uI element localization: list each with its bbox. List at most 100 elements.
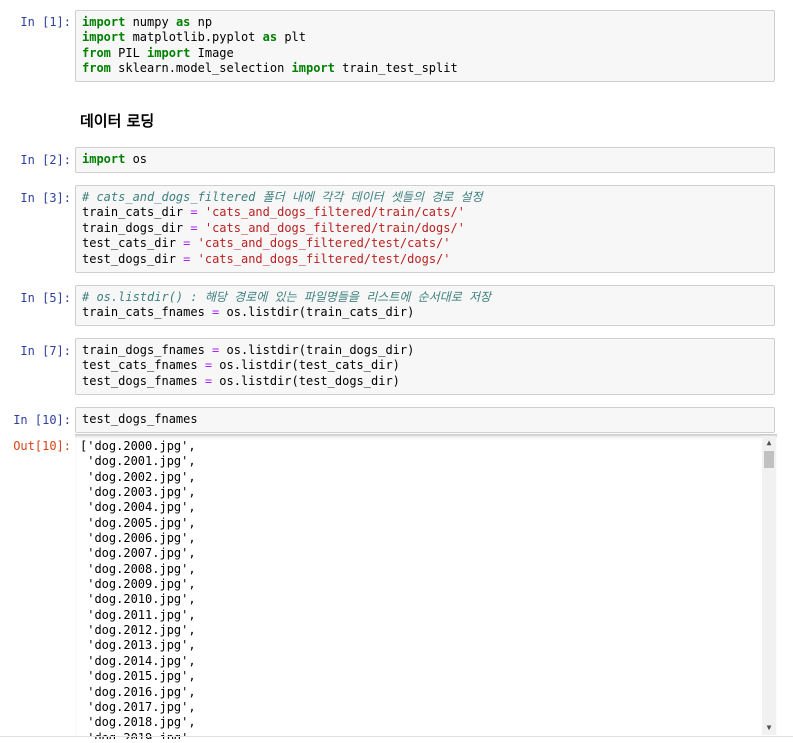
code-token: =: [204, 358, 213, 373]
arrow-up-icon[interactable]: ▲: [762, 436, 776, 450]
code-token: from: [82, 61, 111, 76]
input-prompt: In [7]:: [20, 344, 71, 358]
code-token: as: [175, 15, 191, 29]
output-prompt: Out[10]:: [13, 439, 71, 453]
code-token: test_dogs_fnames: [82, 373, 205, 388]
code-token: as: [262, 30, 278, 45]
code-token: train_dogs_fnames: [82, 343, 213, 357]
code-token: =: [190, 205, 198, 220]
code-token: # os.listdir() : 해당 경로에 있는 파일명들을 리스트에 순서…: [82, 290, 492, 304]
code-token: import: [147, 45, 191, 60]
input-prompt: In [3]:: [20, 191, 71, 205]
code-cell[interactable]: import numpy as np import matplotlib.pypl…: [75, 10, 775, 82]
code-token: import: [82, 152, 126, 166]
arrow-down-icon[interactable]: ▼: [762, 721, 776, 735]
code-token: 'cats_and_dogs_filtered/test/dogs/': [197, 251, 451, 266]
notebook-page: In [1]: import numpy as np import matplot…: [0, 0, 793, 743]
code-line: train_dogs_fnames = os.listdir(train_dog…: [82, 343, 768, 358]
output-line: 'dog.2009.jpg',: [80, 577, 196, 592]
code-token: 'cats_and_dogs_filtered/test/cats/': [197, 236, 451, 251]
output-line: 'dog.2017.jpg',: [80, 699, 196, 714]
code-token: np: [190, 15, 213, 29]
code-token: plt: [277, 30, 306, 45]
output-line: 'dog.2008.jpg',: [80, 561, 196, 576]
code-line: train_cats_dir = 'cats_and_dogs_filtered…: [82, 205, 768, 220]
code-token: sklearn.model_selection: [110, 61, 292, 76]
code-cell[interactable]: import os: [75, 147, 775, 173]
code-token: =: [190, 220, 198, 235]
scrollbar-thumb[interactable]: [764, 451, 774, 468]
code-token: os.listdir(test_dogs_dir): [212, 373, 400, 388]
code-token: =: [204, 373, 213, 388]
output-line: 'dog.2016.jpg',: [80, 684, 196, 699]
code-token: train_test_split: [334, 61, 458, 76]
code-line: test_dogs_dir = 'cats_and_dogs_filtered/…: [82, 252, 768, 267]
code-line: test_cats_fnames = os.listdir(test_cats_…: [82, 358, 768, 373]
code-token: test_dogs_dir: [82, 251, 184, 266]
code-line: from sklearn.model_selection import trai…: [82, 61, 768, 76]
code-token: 'cats_and_dogs_filtered/train/cats/': [204, 205, 465, 220]
code-line: import numpy as np: [82, 15, 768, 30]
code-line: from PIL import Image: [82, 46, 768, 61]
output-line: 'dog.2012.jpg',: [80, 623, 196, 638]
code-token: train_cats_dir: [82, 205, 191, 220]
code-token: import: [291, 61, 335, 76]
output-line: 'dog.2007.jpg',: [80, 546, 196, 561]
code-token: test_cats_dir: [82, 236, 184, 251]
code-line: import matplotlib.pyplot as plt: [82, 30, 768, 45]
output-line: 'dog.2001.jpg',: [80, 454, 196, 469]
code-token: import: [82, 15, 126, 29]
code-token: numpy: [125, 15, 176, 29]
code-token: # cats_and_dogs_filtered 폴더 내에 각각 데이터 셋들…: [82, 190, 483, 204]
code-line: train_dogs_dir = 'cats_and_dogs_filtered…: [82, 221, 768, 236]
output-area[interactable]: ['dog.2000.jpg', 'dog.2001.jpg', 'dog.20…: [75, 434, 777, 739]
output-line: 'dog.2006.jpg',: [80, 531, 196, 546]
code-token: os.listdir(train_dogs_dir): [219, 343, 415, 357]
code-token: os: [125, 152, 148, 166]
code-token: matplotlib.pyplot: [125, 30, 263, 45]
code-cell[interactable]: # cats_and_dogs_filtered 폴더 내에 각각 데이터 셋들…: [75, 185, 775, 273]
output-line: 'dog.2002.jpg',: [80, 469, 196, 484]
output-line: 'dog.2018.jpg',: [80, 715, 196, 730]
output-line: 'dog.2005.jpg',: [80, 515, 196, 530]
code-token: PIL: [110, 45, 148, 60]
output-line: 'dog.2015.jpg',: [80, 669, 196, 684]
code-line: # os.listdir() : 해당 경로에 있는 파일명들을 리스트에 순서…: [82, 290, 768, 305]
code-token: os.listdir(test_cats_dir): [212, 358, 400, 373]
code-token: Image: [190, 45, 234, 60]
output-line: ['dog.2000.jpg',: [80, 439, 196, 453]
output-line: 'dog.2019.jpg',: [80, 730, 196, 739]
code-token: from: [82, 45, 111, 60]
output-line: 'dog.2010.jpg',: [80, 592, 196, 607]
output-scrollbar[interactable]: ▲ ▼: [762, 436, 776, 735]
code-token: train_dogs_dir: [82, 220, 191, 235]
divider: [0, 736, 793, 737]
output-text: ['dog.2000.jpg', 'dog.2001.jpg', 'dog.20…: [80, 439, 196, 739]
code-line: import os: [82, 152, 768, 167]
code-token: os.listdir(train_cats_dir): [219, 305, 415, 320]
output-line: 'dog.2013.jpg',: [80, 638, 196, 653]
code-token: test_dogs_fnames: [82, 412, 198, 426]
markdown-heading: 데이터 로딩: [80, 112, 155, 130]
code-cell[interactable]: # os.listdir() : 해당 경로에 있는 파일명들을 리스트에 순서…: [75, 285, 775, 326]
input-prompt: In [2]:: [20, 153, 71, 167]
code-token: import: [82, 30, 126, 45]
output-line: 'dog.2003.jpg',: [80, 485, 196, 500]
input-prompt: In [10]:: [13, 413, 71, 427]
code-token: train_cats_fnames: [82, 305, 213, 320]
input-prompt: In [1]:: [20, 15, 71, 29]
code-line: train_cats_fnames = os.listdir(train_cat…: [82, 305, 768, 320]
code-cell[interactable]: train_dogs_fnames = os.listdir(train_dog…: [75, 338, 775, 395]
code-token: test_cats_fnames: [82, 358, 205, 373]
code-cell[interactable]: test_dogs_fnames: [75, 407, 775, 433]
code-token: 'cats_and_dogs_filtered/train/dogs/': [204, 220, 465, 235]
output-line: 'dog.2014.jpg',: [80, 653, 196, 668]
output-line: 'dog.2011.jpg',: [80, 607, 196, 622]
code-line: # cats_and_dogs_filtered 폴더 내에 각각 데이터 셋들…: [82, 190, 768, 205]
code-line: test_dogs_fnames: [82, 412, 768, 427]
input-prompt: In [5]:: [20, 291, 71, 305]
